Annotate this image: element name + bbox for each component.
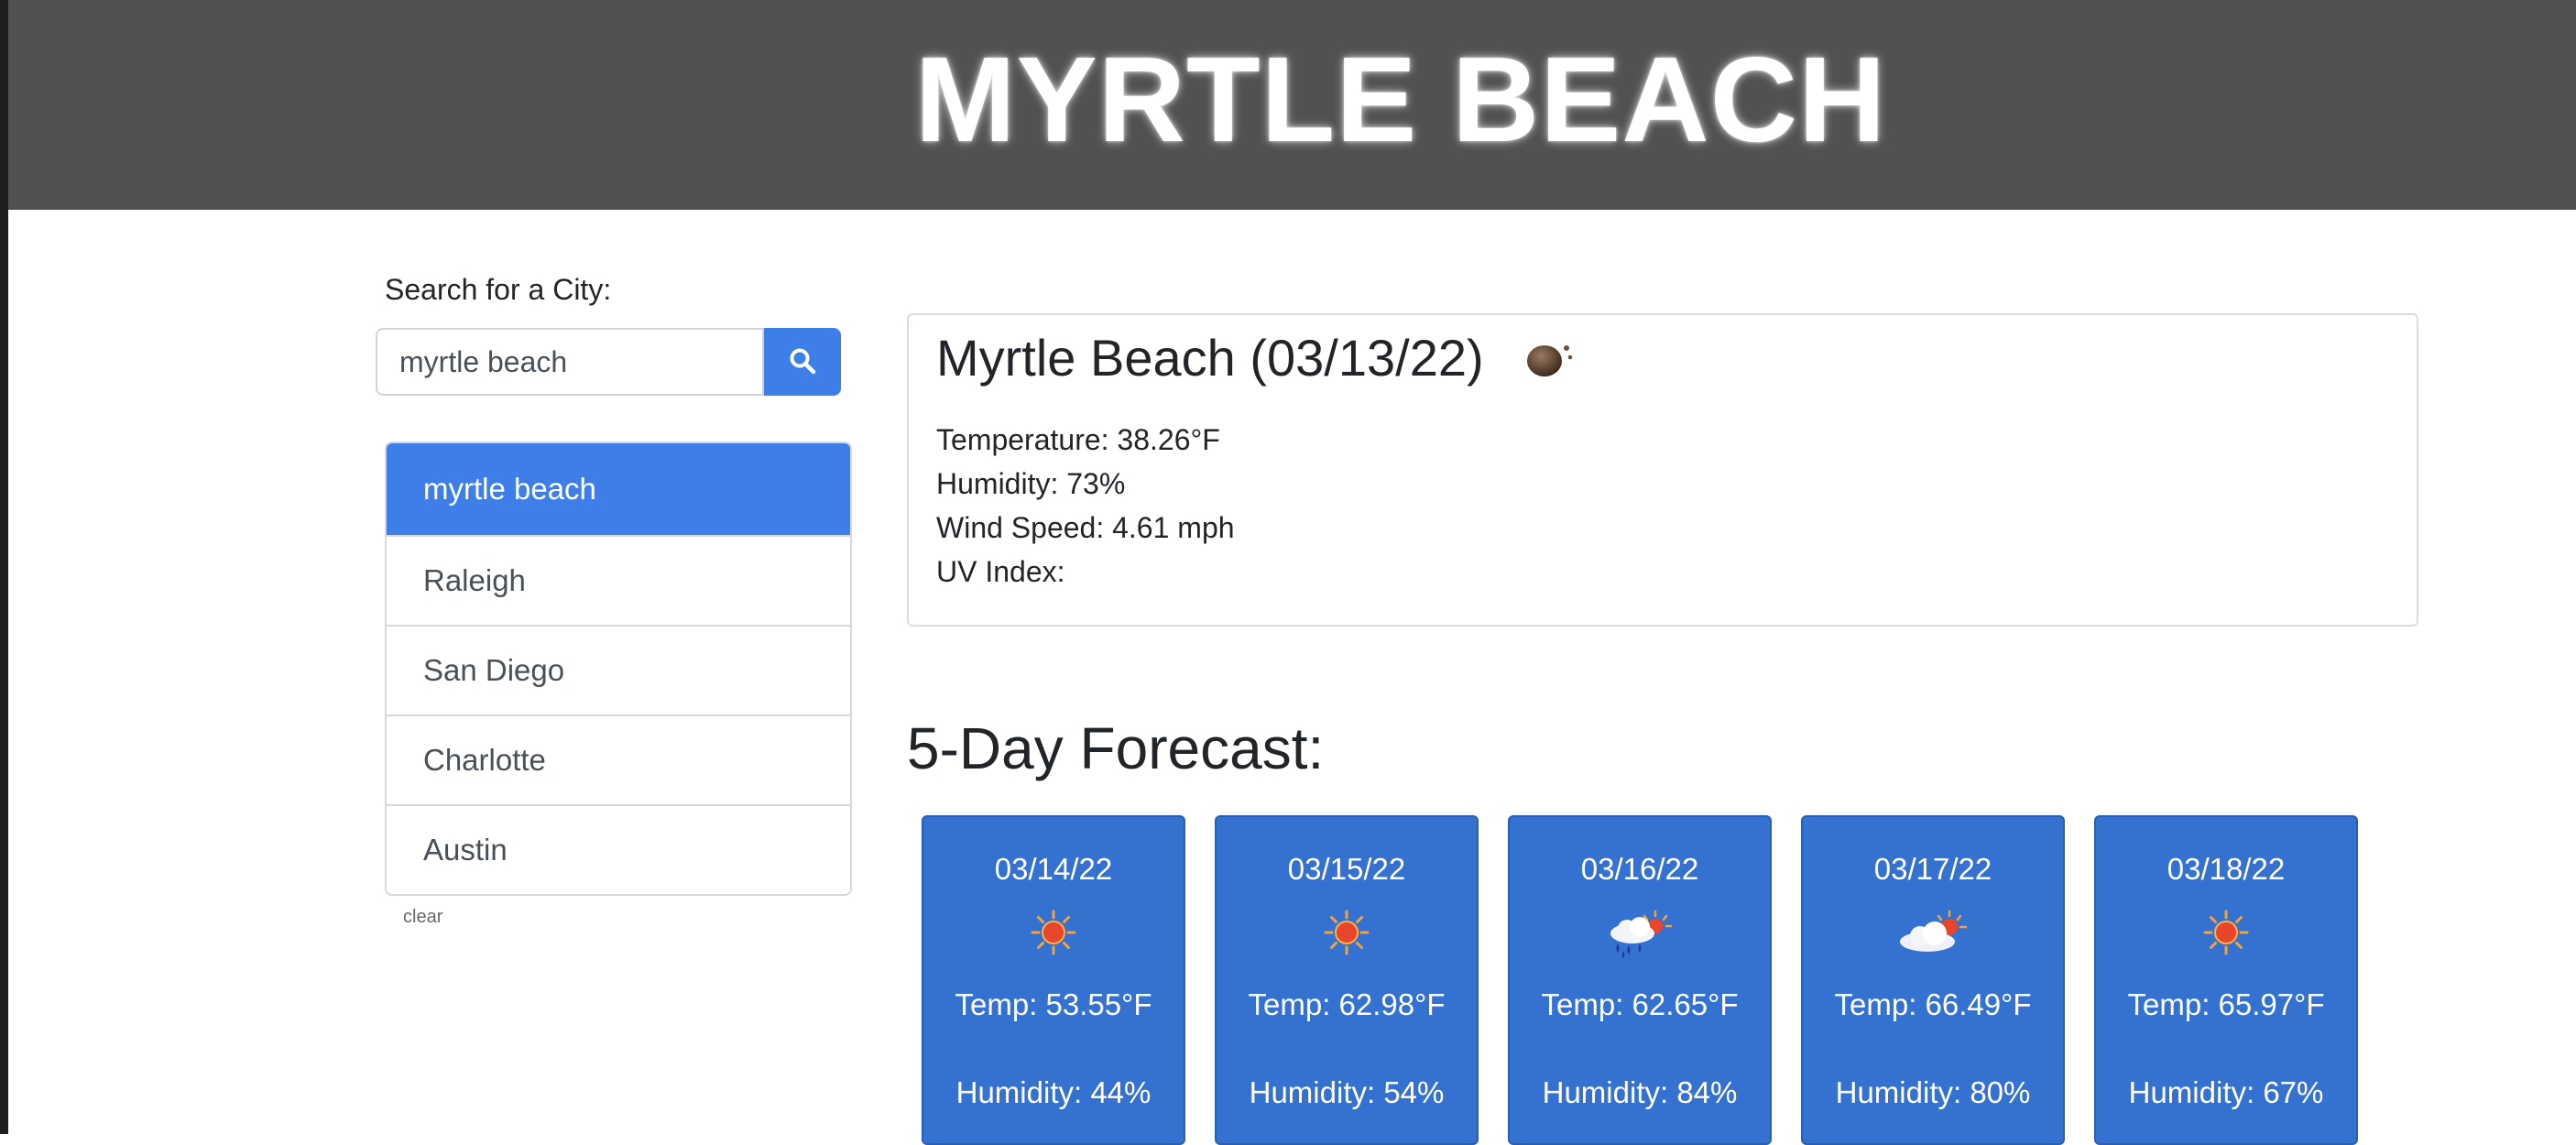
night-clear-moon-icon bbox=[1524, 335, 1579, 386]
current-city-title: Myrtle Beach (03/13/22) bbox=[936, 329, 1484, 387]
forecast-card: 03/15/22 Temp: 62.98°F Humidity: 54% bbox=[1215, 815, 1479, 1145]
forecast-date: 03/18/22 bbox=[2167, 852, 2286, 886]
search-button[interactable] bbox=[764, 328, 841, 396]
forecast-humidity: Humidity: 84% bbox=[1542, 1075, 1738, 1109]
forecast-heading: 5-Day Forecast: bbox=[907, 715, 1325, 781]
sun-icon bbox=[1030, 909, 1077, 961]
clear-history-button[interactable]: clear bbox=[403, 907, 442, 928]
forecast-temp: Temp: 62.98°F bbox=[1248, 987, 1446, 1021]
history-item-charlotte[interactable]: Charlotte bbox=[387, 714, 850, 804]
current-humidity: Humidity: 73% bbox=[936, 467, 1126, 500]
search-icon bbox=[789, 347, 816, 377]
page-title: MYRTLE BEACH bbox=[914, 32, 1887, 167]
page-header: MYRTLE BEACH bbox=[8, 0, 2576, 210]
history-item-raleigh[interactable]: Raleigh bbox=[387, 535, 850, 625]
forecast-date: 03/16/22 bbox=[1580, 852, 1699, 886]
forecast-card: 03/16/22 Temp: 62.65°F Humidity: 84% bbox=[1508, 815, 1772, 1145]
forecast-date: 03/14/22 bbox=[994, 852, 1113, 886]
sun-icon bbox=[2202, 909, 2250, 961]
forecast-temp: Temp: 62.65°F bbox=[1541, 987, 1739, 1021]
forecast-card: 03/14/22 Temp: 53.55°F Humidity: 44% bbox=[922, 815, 1185, 1145]
forecast-humidity: Humidity: 54% bbox=[1249, 1075, 1445, 1109]
forecast-humidity: Humidity: 80% bbox=[1835, 1075, 2031, 1109]
window-edge bbox=[0, 0, 8, 1134]
forecast-humidity: Humidity: 44% bbox=[955, 1075, 1152, 1109]
forecast-humidity: Humidity: 67% bbox=[2128, 1075, 2324, 1109]
history-item-myrtle-beach[interactable]: myrtle beach bbox=[387, 443, 850, 535]
forecast-date: 03/17/22 bbox=[1873, 852, 1992, 886]
current-weather-card: Myrtle Beach (03/13/22) Temperature: 38.… bbox=[907, 313, 2418, 627]
rain-cloud-sun-icon bbox=[1605, 909, 1675, 965]
forecast-temp: Temp: 53.55°F bbox=[955, 987, 1152, 1021]
forecast-date: 03/15/22 bbox=[1287, 852, 1406, 886]
history-item-san-diego[interactable]: San Diego bbox=[387, 625, 850, 714]
search-history-list: myrtle beach Raleigh San Diego Charlotte… bbox=[385, 442, 852, 896]
forecast-card: 03/18/22 Temp: 65.97°F Humidity: 67% bbox=[2094, 815, 2358, 1145]
current-uv-index: UV Index: bbox=[936, 555, 1065, 588]
current-wind-speed: Wind Speed: 4.61 mph bbox=[936, 511, 1235, 544]
forecast-temp: Temp: 65.97°F bbox=[2127, 987, 2325, 1021]
forecast-card: 03/17/22 Temp: 66.49°F Humidity: 80% bbox=[1801, 815, 2065, 1145]
sun-icon bbox=[1323, 909, 1370, 961]
current-temperature: Temperature: 38.26°F bbox=[936, 423, 1220, 456]
search-input[interactable] bbox=[376, 328, 764, 396]
cloud-sun-icon bbox=[1896, 909, 1970, 961]
forecast-temp: Temp: 66.49°F bbox=[1834, 987, 2032, 1021]
search-label: Search for a City: bbox=[385, 273, 612, 306]
history-item-austin[interactable]: Austin bbox=[387, 804, 850, 894]
